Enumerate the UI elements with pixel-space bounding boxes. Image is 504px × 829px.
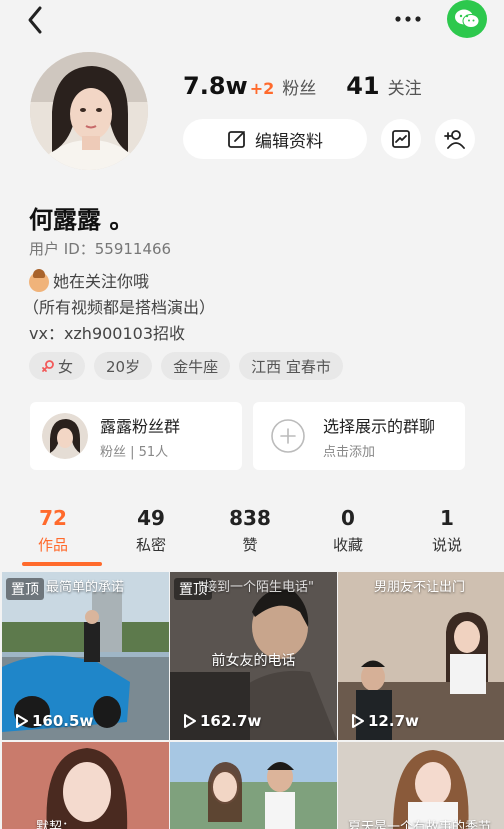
tab-moments[interactable]: 1 说说 [412,506,482,555]
play-icon [184,714,196,728]
video-tile[interactable]: 夏天是一个有故事的季节 [338,742,504,829]
select-group-title: 选择展示的群聊 [323,416,436,436]
edit-profile-label: 编辑资料 [255,131,323,152]
top-bar [0,0,504,40]
chevron-left-icon [28,6,42,34]
fan-group-card[interactable]: 露露粉丝群 粉丝 | 51人 [30,402,242,470]
tab-likes[interactable]: 838 赞 [215,506,285,555]
view-count: 12.7w [352,712,419,730]
view-count: 162.7w [184,712,261,730]
bio-line-3: vx：xzh900103招收 [29,324,186,343]
followers-label[interactable]: 粉丝 [282,74,316,99]
more-horizontal-icon [395,16,421,22]
person-emoji-icon [29,269,49,292]
avatar[interactable] [30,52,148,170]
select-group-subtitle: 点击添加 [323,444,376,460]
tab-indicator [22,562,102,566]
video-tile[interactable]: 男朋友不让出门 12.7w [338,572,504,740]
video-caption: 最简单的承诺 [46,580,125,595]
video-subtitle: 前女友的电话 [211,653,296,669]
avatar-image [30,52,148,170]
edit-profile-button[interactable]: 编辑资料 [183,119,367,159]
bio: 她在关注你哦 （所有视频都是搭档演出） vx：xzh900103招收 [23,269,215,347]
video-thumbnail [2,742,169,829]
profile-tags: 女 20岁 金牛座 江西 宜春市 [29,352,343,380]
select-group-card[interactable]: 选择展示的群聊 点击添加 [253,402,465,470]
following-count[interactable]: 41 [346,72,379,100]
video-tile[interactable]: 置顶 "接到一个陌生电话" 前女友的电话 162.7w [170,572,337,740]
profile-name: 何露露 。 [29,206,134,234]
fan-group-subtitle: 粉丝 | 51人 [100,444,169,460]
bio-line-1: 她在关注你哦 [53,272,150,291]
video-caption: "接到一个陌生电话" [198,580,314,595]
video-caption: 夏天是一个有故事的季节 [348,820,492,829]
location-tag: 江西 宜春市 [239,352,343,380]
video-tile[interactable]: 默契： [2,742,169,829]
fan-group-title: 露露粉丝群 [100,416,181,436]
tab-works[interactable]: 72 作品 [18,506,88,555]
wechat-icon [455,9,480,28]
bio-line-2: （所有视频都是搭档演出） [23,298,216,317]
add-circle-icon [271,419,305,453]
age-tag: 20岁 [94,352,153,380]
video-tile[interactable] [170,742,337,829]
pinned-badge: 置顶 [6,578,44,600]
add-user-icon [444,130,465,149]
following-label[interactable]: 关注 [388,74,422,99]
follow-stats: 7.8w +2 粉丝 41 关注 [183,72,422,100]
data-center-button[interactable] [381,119,421,159]
edit-icon [228,131,245,148]
followers-count[interactable]: 7.8w [183,72,248,100]
play-icon [352,714,364,728]
more-button[interactable] [392,8,424,30]
video-caption: 男朋友不让出门 [374,580,466,595]
video-caption: 默契： [36,820,76,829]
female-icon [42,360,54,372]
add-friend-button[interactable] [435,119,475,159]
chart-trend-icon [392,130,410,148]
profile-tabs: 72 作品 49 私密 838 赞 0 收藏 1 说说 [0,506,504,562]
tab-private[interactable]: 49 私密 [116,506,186,555]
view-count: 160.5w [16,712,93,730]
tab-favorites[interactable]: 0 收藏 [313,506,383,555]
back-button[interactable] [22,4,50,36]
wechat-button[interactable] [447,0,487,38]
play-icon [16,714,28,728]
video-tile[interactable]: 置顶 最简单的承诺 160.5w [2,572,169,740]
user-id[interactable]: 用户 ID：55911466 [29,238,171,259]
followers-delta: +2 [249,79,275,98]
gender-tag: 女 [29,352,86,380]
zodiac-tag: 金牛座 [161,352,231,380]
fan-group-avatar [42,413,88,459]
video-thumbnail [170,742,337,829]
